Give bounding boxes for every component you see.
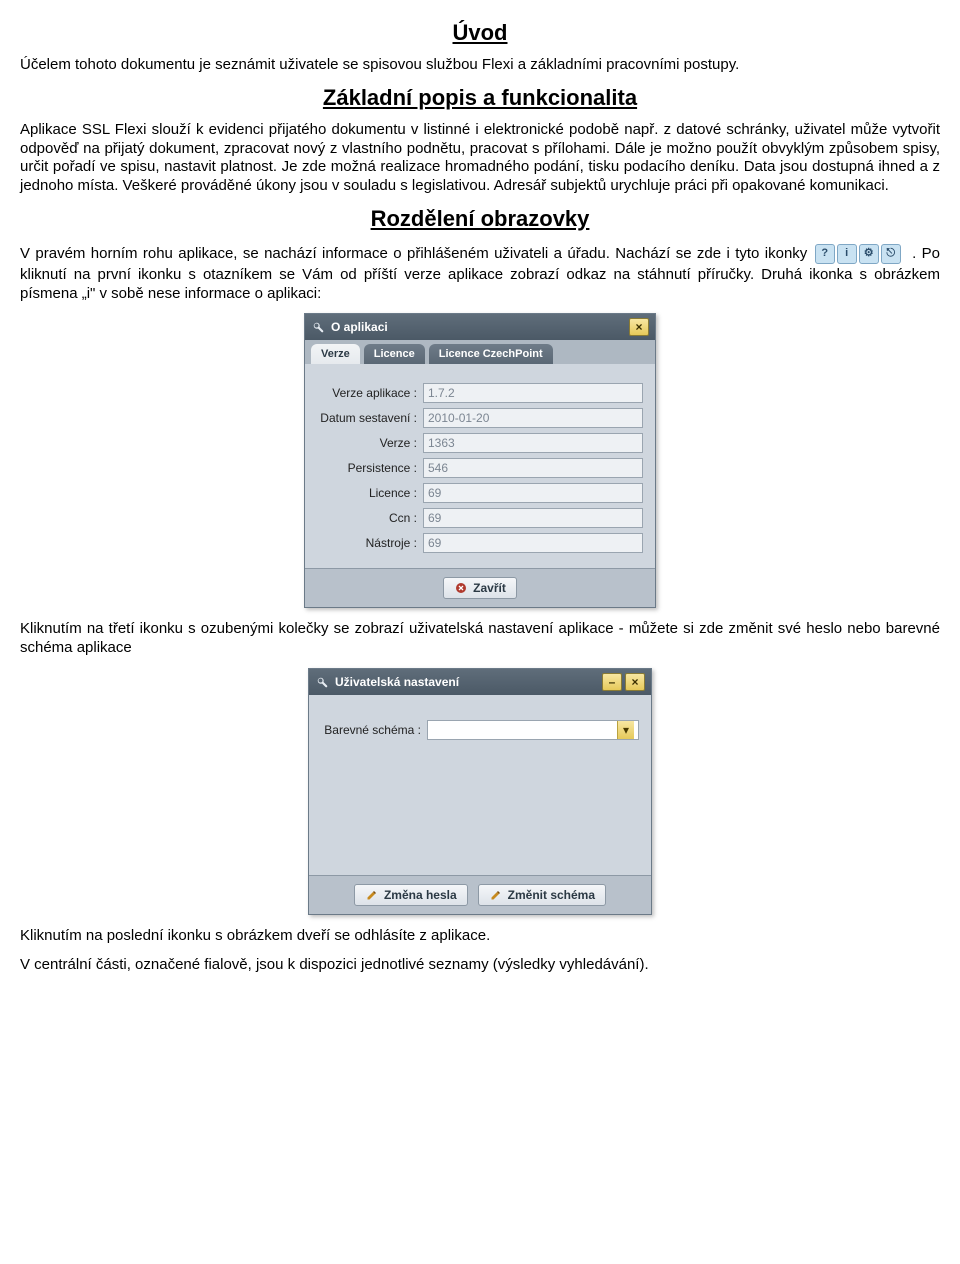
wrench-icon [311,320,325,334]
settings-dialog-title: Uživatelská nastavení [335,675,459,689]
help-icon: ? [815,244,835,264]
tab-verze[interactable]: Verze [311,344,360,364]
desc-paragraph: Aplikace SSL Flexi slouží k evidenci při… [20,121,940,196]
verze-aplikace-field [423,383,643,403]
settings-dialog-body: Barevné schéma : ▾ [309,695,651,875]
screen-split-paragraph: V pravém horním rohu aplikace, se nacház… [20,242,940,304]
field-label: Verze : [317,436,423,450]
settings-icon: ⚙ [859,244,879,264]
nastroje-field [423,533,643,553]
info-icon: i [837,244,857,264]
logout-icon: ⎋ [881,244,901,264]
about-dialog-header: O aplikaci × [305,314,655,340]
field-label: Verze aplikace : [317,386,423,400]
field-row: Nástroje : [317,533,643,553]
intro-paragraph: Účelem tohoto dokumentu je seznámit uživ… [20,56,940,75]
pencil-icon [365,888,379,902]
field-row: Datum sestavení : [317,408,643,428]
change-scheme-button[interactable]: Změnit schéma [478,884,606,906]
about-dialog: O aplikaci × Verze Licence Licence Czech… [304,313,656,608]
about-dialog-title: O aplikaci [331,320,388,334]
field-label: Licence : [317,486,423,500]
color-scheme-select[interactable]: ▾ [427,720,639,740]
field-label: Datum sestavení : [317,411,423,425]
field-row: Persistence : [317,458,643,478]
close-circle-icon [454,581,468,595]
p3-part-a: V pravém horním rohu aplikace, se nacház… [20,245,813,262]
persistence-field [423,458,643,478]
ccn-field [423,508,643,528]
field-row: Verze : [317,433,643,453]
wrench-icon [315,675,329,689]
minimize-icon[interactable]: – [602,673,622,691]
change-scheme-label: Změnit schéma [508,888,595,902]
pencil-icon [489,888,503,902]
heading-uvod: Úvod [20,20,940,46]
about-tabs: Verze Licence Licence CzechPoint [305,340,655,364]
verze-field [423,433,643,453]
field-row: Barevné schéma : ▾ [321,720,639,740]
user-settings-dialog: Uživatelská nastavení – × Barevné schéma… [308,668,652,915]
settings-dialog-footer: Změna hesla Změnit schéma [309,875,651,914]
field-label: Persistence : [317,461,423,475]
close-icon[interactable]: × [629,318,649,336]
gear-paragraph: Kliknutím na třetí ikonku s ozubenými ko… [20,620,940,658]
about-dialog-body: Verze aplikace : Datum sestavení : Verze… [305,364,655,568]
toolbar-icons-preview: ? i ⚙ ⎋ [813,242,903,266]
datum-sestaveni-field [423,408,643,428]
about-dialog-footer: Zavřít [305,568,655,607]
close-button-label: Zavřít [473,581,506,595]
field-row: Ccn : [317,508,643,528]
change-password-button[interactable]: Změna hesla [354,884,468,906]
heading-rozdeleni: Rozdělení obrazovky [20,206,940,232]
field-row: Verze aplikace : [317,383,643,403]
chevron-down-icon: ▾ [617,721,634,739]
licence-field [423,483,643,503]
color-scheme-label: Barevné schéma : [321,723,427,737]
tab-licence[interactable]: Licence [364,344,425,364]
central-paragraph: V centrální části, označené fialově, jso… [20,956,940,975]
settings-dialog-header: Uživatelská nastavení – × [309,669,651,695]
heading-zakladni: Základní popis a funkcionalita [20,85,940,111]
close-icon[interactable]: × [625,673,645,691]
tab-licence-czechpoint[interactable]: Licence CzechPoint [429,344,553,364]
logout-paragraph: Kliknutím na poslední ikonku s obrázkem … [20,927,940,946]
close-button[interactable]: Zavřít [443,577,517,599]
field-row: Licence : [317,483,643,503]
change-password-label: Změna hesla [384,888,457,902]
field-label: Nástroje : [317,536,423,550]
field-label: Ccn : [317,511,423,525]
